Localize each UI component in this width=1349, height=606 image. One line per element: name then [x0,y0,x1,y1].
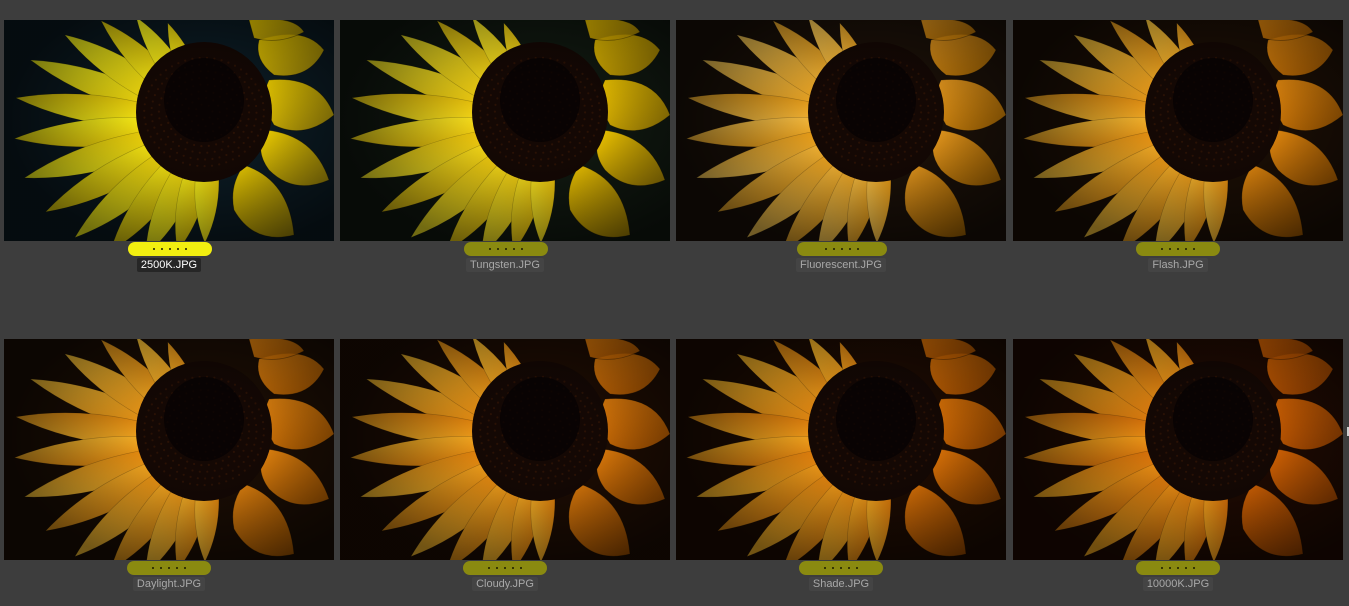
filename-text: 10000K.JPG [1142,577,1214,591]
rating-star-dot[interactable] [152,567,154,569]
filename-text: Cloudy.JPG [472,577,538,591]
rating-star-dot[interactable] [849,248,851,250]
thumbnail-cell[interactable]: Tungsten.JPG [340,20,670,300]
rating-star-dot[interactable] [520,567,522,569]
filename-label: Fluorescent.JPG [676,258,1006,272]
filename-label: Shade.JPG [676,577,1006,591]
rating-star-dot[interactable] [848,567,850,569]
rating-label-bar[interactable] [797,242,887,256]
rating-star-dot[interactable] [1169,567,1171,569]
rating-star-dot[interactable] [521,248,523,250]
filename-label: Daylight.JPG [4,577,334,591]
thumbnail-grid: 2500K.JPG Tungsten.JPG Fluorescent.JPG F… [0,0,1349,606]
rating-star-dot[interactable] [512,567,514,569]
rating-star-dot[interactable] [825,248,827,250]
rating-star-dot[interactable] [1161,567,1163,569]
thumbnail-image[interactable] [340,339,670,560]
rating-star-dot[interactable] [504,567,506,569]
filename-label: 10000K.JPG [1013,577,1343,591]
rating-star-dot[interactable] [833,248,835,250]
thumbnail-image[interactable] [676,339,1006,560]
filename-label: Flash.JPG [1013,258,1343,272]
filename-text: 2500K.JPG [136,258,202,272]
rating-star-dot[interactable] [513,248,515,250]
rating-star-dot[interactable] [177,248,179,250]
filename-text: Tungsten.JPG [466,258,544,272]
rating-star-dot[interactable] [176,567,178,569]
filename-text: Flash.JPG [1148,258,1208,272]
rating-label-bar[interactable] [1136,561,1220,575]
rating-star-dot[interactable] [1161,248,1163,250]
rating-star-dot[interactable] [856,567,858,569]
rating-star-dot[interactable] [841,248,843,250]
sunflower-photo [340,339,670,560]
thumbnail-cell[interactable]: Flash.JPG [1013,20,1343,300]
rating-star-dot[interactable] [840,567,842,569]
thumbnail-image[interactable] [340,20,670,241]
rating-star-dot[interactable] [505,248,507,250]
rating-star-dot[interactable] [832,567,834,569]
rating-label-bar[interactable] [128,242,212,256]
sunflower-photo [4,20,334,241]
rating-star-dot[interactable] [488,567,490,569]
rating-star-dot[interactable] [168,567,170,569]
rating-star-dot[interactable] [153,248,155,250]
sunflower-photo [340,20,670,241]
rating-star-dot[interactable] [185,248,187,250]
filename-text: Shade.JPG [808,577,874,591]
rating-star-dot[interactable] [1169,248,1171,250]
thumbnail-image[interactable] [1013,20,1343,241]
rating-label-bar[interactable] [799,561,883,575]
rating-star-dot[interactable] [497,248,499,250]
rating-star-dot[interactable] [1177,248,1179,250]
filename-text: Daylight.JPG [132,577,206,591]
rating-star-dot[interactable] [161,248,163,250]
rating-star-dot[interactable] [1185,567,1187,569]
rating-star-dot[interactable] [1193,248,1195,250]
filename-text: Fluorescent.JPG [796,258,886,272]
thumbnail-cell[interactable]: 2500K.JPG [4,20,334,300]
rating-label-bar[interactable] [463,561,547,575]
filename-label: Tungsten.JPG [340,258,670,272]
rating-label-bar[interactable] [464,242,548,256]
rating-star-dot[interactable] [824,567,826,569]
filename-label: 2500K.JPG [4,258,334,272]
filename-label: Cloudy.JPG [340,577,670,591]
rating-star-dot[interactable] [1185,248,1187,250]
rating-star-dot[interactable] [184,567,186,569]
sunflower-photo [4,339,334,560]
thumbnail-image[interactable] [4,20,334,241]
thumbnail-cell[interactable]: Cloudy.JPG [340,339,670,606]
thumbnail-cell[interactable]: Shade.JPG [676,339,1006,606]
rating-label-bar[interactable] [1136,242,1220,256]
thumbnail-cell[interactable]: Daylight.JPG [4,339,334,606]
sunflower-photo [676,339,1006,560]
rating-star-dot[interactable] [1193,567,1195,569]
thumbnail-cell[interactable]: Fluorescent.JPG [676,20,1006,300]
thumbnail-cell[interactable]: 10000K.JPG [1013,339,1343,606]
thumbnail-image[interactable] [676,20,1006,241]
rating-star-dot[interactable] [496,567,498,569]
thumbnail-image[interactable] [1013,339,1343,560]
rating-star-dot[interactable] [857,248,859,250]
sunflower-photo [1013,20,1343,241]
rating-star-dot[interactable] [489,248,491,250]
rating-star-dot[interactable] [1177,567,1179,569]
sunflower-photo [676,20,1006,241]
rating-label-bar[interactable] [127,561,211,575]
rating-star-dot[interactable] [160,567,162,569]
thumbnail-image[interactable] [4,339,334,560]
rating-star-dot[interactable] [169,248,171,250]
sunflower-photo [1013,339,1343,560]
